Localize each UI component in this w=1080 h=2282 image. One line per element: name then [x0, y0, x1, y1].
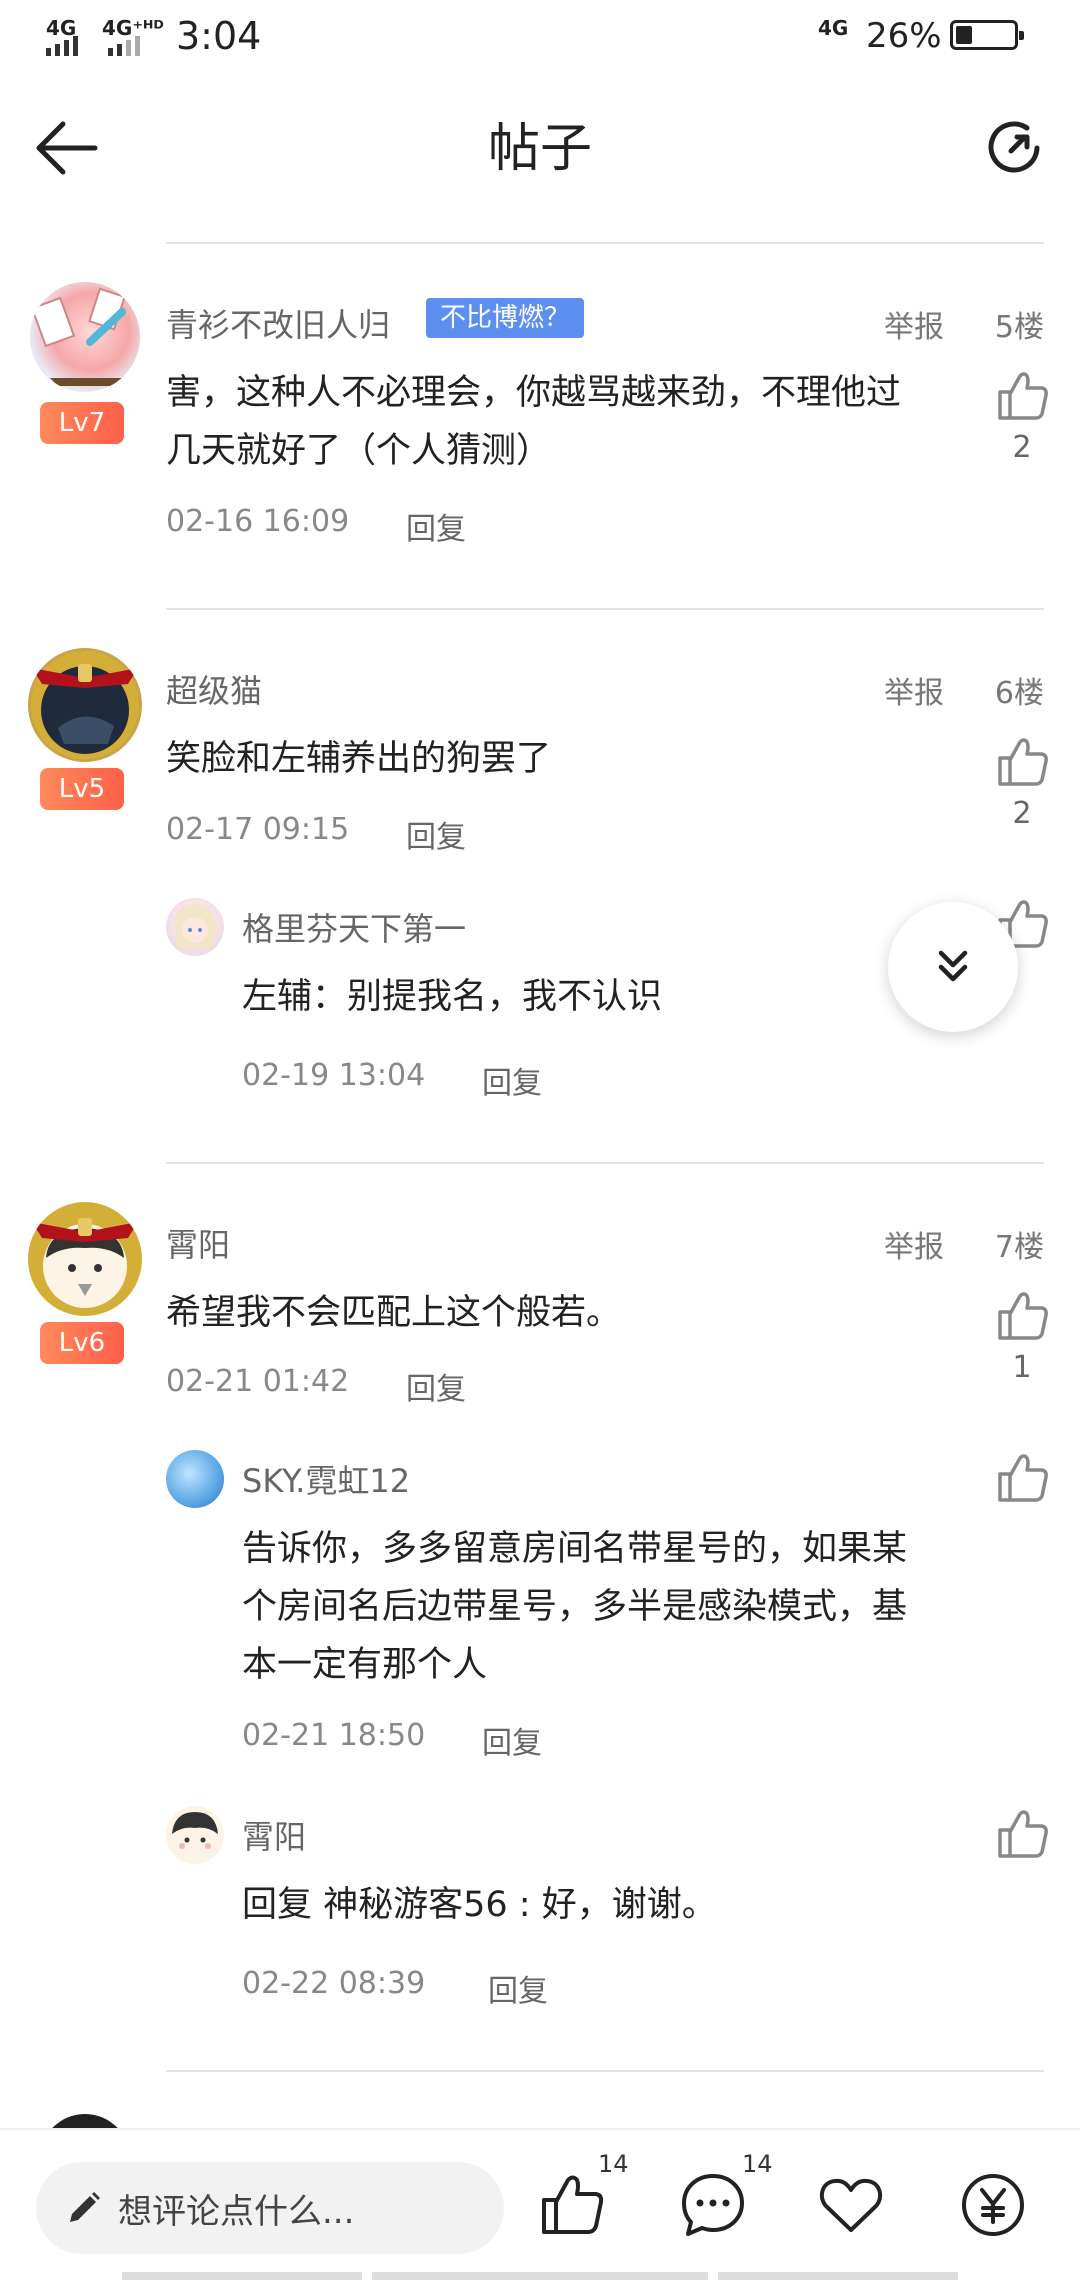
floor-number: 6楼 [994, 676, 1044, 711]
reply-content: 告诉你，多多留意房间名带星号的，如果某 个房间名后边带星号，多半是感染模式，基 … [242, 1529, 908, 1685]
divider [166, 242, 1044, 244]
username[interactable]: 霄阳 [242, 1812, 306, 1858]
user-title-badge: 不比博燃？ [426, 298, 585, 338]
like-count: 2 [1012, 796, 1032, 831]
level-badge: Lv6 [40, 1322, 124, 1364]
double-chevron-down-icon [938, 950, 968, 982]
post-date: 02-17 09:15 [166, 812, 350, 847]
page-title: 帖子 [487, 119, 592, 179]
nav-indicator [372, 2272, 708, 2280]
nav-indicator [122, 2272, 362, 2280]
reply-button[interactable]: 回复 [482, 1058, 542, 1102]
clock: 3:04 [176, 14, 262, 58]
comment-icon[interactable] [678, 2170, 748, 2240]
status-bar: 4G 4G⁺ᴴᴰ 3:04 4G 26% [0, 0, 1080, 72]
thumb-up-icon[interactable] [994, 734, 1050, 790]
comment-placeholder: 想评论点什么... [118, 2191, 355, 2232]
thumb-up-icon[interactable] [994, 368, 1050, 424]
thumb-up-icon[interactable] [994, 1288, 1050, 1344]
username[interactable]: SKY.霓虹12 [242, 1456, 410, 1502]
like-count: 1 [1012, 1350, 1032, 1385]
post-content: 希望我不会匹配上这个般若。 [166, 1293, 622, 1333]
network-label: 4G [818, 16, 849, 40]
comment-count: 14 [742, 2150, 773, 2178]
reply-content: 左辅：别提我名，我不认识 [242, 977, 663, 1017]
pencil-icon [70, 2192, 100, 2222]
comment-input[interactable]: 想评论点什么... [36, 2162, 504, 2254]
heart-icon[interactable] [816, 2170, 886, 2240]
report-link[interactable]: 举报 [884, 1222, 944, 1266]
reply-button[interactable]: 回复 [488, 1966, 548, 2010]
reply-date: 02-22 08:39 [242, 1966, 426, 2001]
reply-button[interactable]: 回复 [482, 1718, 542, 1762]
avatar[interactable] [28, 648, 142, 762]
reply-date: 02-19 13:04 [242, 1058, 426, 1093]
username[interactable]: 霄阳 [166, 1220, 230, 1266]
post-date: 02-21 01:42 [166, 1364, 350, 1399]
avatar[interactable] [166, 1450, 224, 1508]
divider [166, 1162, 1044, 1164]
refresh-icon [988, 121, 1040, 173]
username[interactable]: 格里芬天下第一 [242, 904, 466, 950]
battery-percent: 26% [866, 16, 942, 56]
level-badge: Lv7 [40, 402, 124, 444]
report-link[interactable]: 举报 [884, 302, 944, 346]
reply-button[interactable]: 回复 [406, 812, 466, 856]
divider [166, 608, 1044, 610]
report-link[interactable]: 举报 [884, 668, 944, 712]
avatar[interactable] [166, 1806, 224, 1864]
divider [166, 2070, 1044, 2072]
yen-icon[interactable] [958, 2170, 1028, 2240]
reply-content: 回复 神秘游客56 : 好，谢谢。 [242, 1885, 717, 1925]
post-content: 笑脸和左辅养出的狗罢了 [166, 739, 552, 779]
avatar[interactable] [166, 898, 224, 956]
floor-number: 5楼 [994, 310, 1044, 345]
battery-icon [950, 20, 1024, 50]
bottom-action-bar: 想评论点什么... 14 14 [0, 2128, 1080, 2282]
thumb-up-icon[interactable] [536, 2170, 606, 2240]
post-date: 02-16 16:09 [166, 504, 350, 539]
signal-bars-1-icon [46, 36, 78, 56]
like-count: 14 [598, 2150, 629, 2178]
signal-bars-2-icon [108, 36, 140, 56]
nav-indicator [718, 2272, 958, 2280]
reply-date: 02-21 18:50 [242, 1718, 426, 1753]
refresh-button[interactable] [976, 110, 1052, 186]
level-badge: Lv5 [40, 768, 124, 810]
avatar[interactable] [28, 1202, 142, 1316]
scroll-down-button[interactable] [888, 902, 1018, 1032]
username[interactable]: 青衫不改旧人归 [166, 300, 390, 346]
reply-button[interactable]: 回复 [406, 1364, 466, 1408]
post-content: 害，这种人不必理会，你越骂越来劲，不理他过 几天就好了（个人猜测） [166, 373, 902, 471]
avatar[interactable] [30, 282, 140, 392]
floor-number: 7楼 [994, 1230, 1044, 1265]
thumb-up-icon[interactable] [994, 1450, 1050, 1506]
thumb-up-icon[interactable] [994, 1806, 1050, 1862]
username[interactable]: 超级猫 [166, 666, 262, 712]
like-count: 2 [1012, 430, 1032, 465]
reply-button[interactable]: 回复 [406, 504, 466, 548]
